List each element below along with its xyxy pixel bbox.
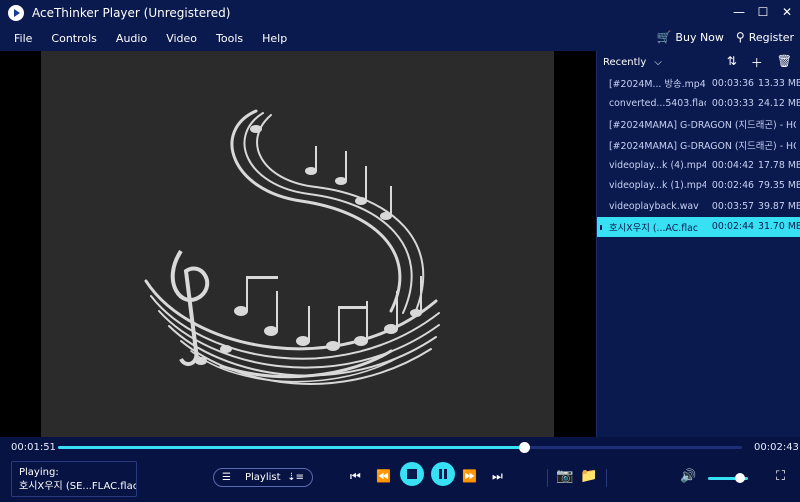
playlist-item-name: converted...5403.flac xyxy=(609,98,706,110)
seek-bar[interactable] xyxy=(58,442,742,453)
title-bar: AceThinker Player (Unregistered) — ☐ ✕ xyxy=(0,0,800,25)
now-playing-box: Playing: 호시X우지 (SE...FLAC.flac xyxy=(11,461,137,497)
playlist-item-name: videoplayback.wav xyxy=(609,200,699,212)
rewind-icon[interactable]: ⏪ xyxy=(376,469,391,483)
seek-row: 00:01:51 00:02:43 xyxy=(0,437,800,457)
menu-video[interactable]: Video xyxy=(166,32,197,45)
register-button[interactable]: ⚲ Register xyxy=(736,30,794,44)
playlist-item-duration: 00:03:57 xyxy=(711,200,754,212)
playlist-item[interactable]: videoplay...k (4).mp4 00:04:42 17.78 MB xyxy=(597,155,800,176)
album-art xyxy=(41,51,554,437)
menu-controls[interactable]: Controls xyxy=(51,32,97,45)
playlist-header: Recently ⌵ ⇅ ＋ 🗑 xyxy=(597,51,800,73)
control-bar: Playing: 호시X우지 (SE...FLAC.flac ☰ Playlis… xyxy=(0,457,800,502)
stop-button[interactable] xyxy=(400,462,424,486)
menu-tools[interactable]: Tools xyxy=(216,32,243,45)
buy-now-button[interactable]: 🛒 Buy Now xyxy=(656,30,723,44)
key-icon: ⚲ xyxy=(735,30,745,44)
playlist-item-duration: 00:02:44 xyxy=(711,221,754,233)
close-button[interactable]: ✕ xyxy=(780,4,794,20)
menu-bar: File Controls Audio Video Tools Help 🛒 Bu… xyxy=(0,25,800,51)
playlist-item-name: [#2024MAMA] G-DRAGON (지드래곤) - HO... xyxy=(609,140,796,152)
volume-handle[interactable] xyxy=(735,473,745,483)
maximize-button[interactable]: ☐ xyxy=(756,4,770,20)
folder-icon[interactable]: 📁 xyxy=(580,468,597,484)
volume-icon[interactable]: 🔊 xyxy=(680,469,696,484)
playlist-item-name: [#2024M... 방송.mp4 xyxy=(609,79,706,91)
pause-button[interactable] xyxy=(431,462,455,486)
playlist-item[interactable]: videoplay...k (1).mp4 00:02:46 79.35 MB xyxy=(597,176,800,197)
list-icon: ☰ xyxy=(222,472,231,483)
playlist-item-duration: 00:03:33 xyxy=(711,98,754,110)
playlist-item-name: videoplay...k (4).mp4 xyxy=(609,159,706,171)
playlist-item[interactable]: [#2024MAMA] G-DRAGON (지드래곤) - HO... xyxy=(597,135,800,156)
fullscreen-icon[interactable]: ⛶ xyxy=(776,469,785,484)
playlist-tools: ⇅ ＋ 🗑 xyxy=(727,54,792,71)
video-area[interactable] xyxy=(0,51,596,437)
divider xyxy=(606,469,607,487)
playlist-item-duration: 00:04:42 xyxy=(711,159,754,171)
playing-file: 호시X우지 (SE...FLAC.flac xyxy=(19,481,137,492)
playlist-item[interactable]: converted...5403.flac 00:03:33 24.12 MB xyxy=(597,94,800,115)
menu-audio[interactable]: Audio xyxy=(116,32,147,45)
playlist-item-name: [#2024MAMA] G-DRAGON (지드래곤) - HO... xyxy=(609,120,796,132)
playlist-item-size: 13.33 MB xyxy=(758,77,800,89)
camera-icon[interactable]: 📷 xyxy=(556,468,573,484)
playlist-list: [#2024M... 방송.mp4 00:03:36 13.33 MB convert… xyxy=(597,73,800,237)
add-icon[interactable]: ＋ xyxy=(751,54,763,71)
playlist-item[interactable]: [#2024MAMA] G-DRAGON (지드래곤) - HO... xyxy=(597,114,800,135)
playlist-item-duration: 00:02:46 xyxy=(711,180,754,192)
menu-file[interactable]: File xyxy=(14,32,32,45)
music-notes-artwork xyxy=(144,109,440,385)
playlist-item-name: videoplay...k (1).mp4 xyxy=(609,180,706,192)
sort-order-icon[interactable]: ⇅ xyxy=(727,54,737,71)
window-controls: — ☐ ✕ xyxy=(732,4,794,20)
playlist-button[interactable]: ☰ Playlist ⇣≡ xyxy=(213,468,313,487)
seek-progress xyxy=(58,446,524,449)
playlist-item-name: 호시X우지 (...AC.flac xyxy=(609,222,699,234)
playlist-item-size: 31.70 MB xyxy=(758,221,800,233)
playlist-item-size: 39.87 MB xyxy=(758,200,800,212)
app-logo-icon xyxy=(8,4,24,21)
pause-icon xyxy=(439,469,442,479)
sort-dropdown[interactable]: Recently xyxy=(603,57,646,68)
pause-icon-bar xyxy=(444,469,447,479)
playlist-item-size: 17.78 MB xyxy=(758,159,800,171)
seek-handle[interactable] xyxy=(518,442,530,453)
next-icon[interactable]: ⏭ xyxy=(492,469,503,484)
playlist-panel: Recently ⌵ ⇅ ＋ 🗑 [#2024M... 방송.mp4 00:03:… xyxy=(596,51,800,437)
playlist-item[interactable]: 호시X우지 (...AC.flac 00:02:44 31.70 MB xyxy=(597,216,800,237)
total-time: 00:02:43 xyxy=(754,442,799,453)
playlist-sort-icon: ⇣≡ xyxy=(287,472,304,483)
playlist-item[interactable]: [#2024M... 방송.mp4 00:03:36 13.33 MB xyxy=(597,73,800,94)
minimize-button[interactable]: — xyxy=(732,4,746,20)
menu-help[interactable]: Help xyxy=(262,32,287,45)
menu-right: 🛒 Buy Now ⚲ Register xyxy=(656,30,794,44)
cart-icon: 🛒 xyxy=(656,30,672,44)
current-time: 00:01:51 xyxy=(11,442,56,453)
chevron-down-icon[interactable]: ⌵ xyxy=(654,57,662,68)
trash-icon[interactable]: 🗑 xyxy=(777,54,792,71)
playlist-item-size: 24.12 MB xyxy=(758,98,800,110)
stop-icon xyxy=(407,469,417,479)
playing-label: Playing: xyxy=(19,467,59,478)
fast-forward-icon[interactable]: ⏩ xyxy=(462,469,477,483)
divider xyxy=(547,469,548,487)
previous-icon[interactable]: ⏮ xyxy=(350,469,361,484)
window-title: AceThinker Player (Unregistered) xyxy=(32,5,231,20)
playlist-item-size: 79.35 MB xyxy=(758,180,800,192)
playlist-item-duration: 00:03:36 xyxy=(711,77,754,89)
playlist-button-label: Playlist xyxy=(244,472,281,483)
playlist-item[interactable]: videoplayback.wav 00:03:57 39.87 MB xyxy=(597,196,800,217)
